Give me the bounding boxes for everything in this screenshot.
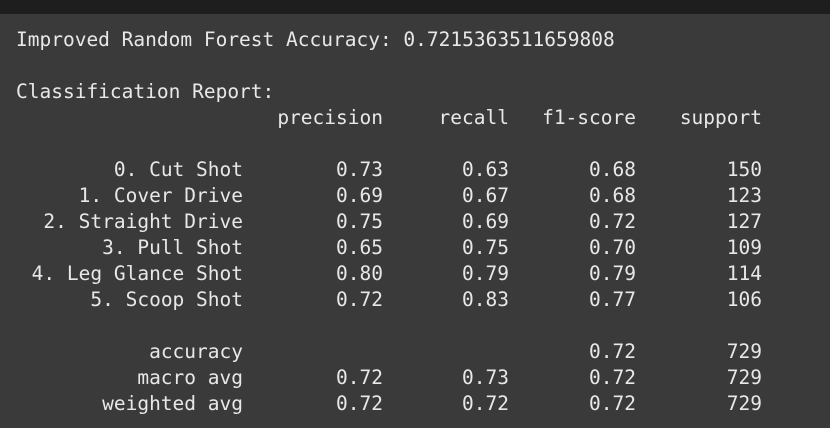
accuracy-line: Improved Random Forest Accuracy: 0.72153… <box>16 28 615 51</box>
report-row: accuracy 0.72 729 <box>16 339 816 365</box>
row-support: 729 <box>726 366 762 389</box>
report-row: 2. Straight Drive 0.75 0.69 0.72 127 <box>16 209 816 235</box>
row-support: 150 <box>726 158 762 181</box>
row-support: 729 <box>726 392 762 415</box>
window-top-bar <box>0 0 830 14</box>
cell-output: Improved Random Forest Accuracy: 0.72153… <box>16 27 816 415</box>
report-row: macro avg 0.72 0.73 0.72 729 <box>16 365 816 391</box>
report-title: Classification Report: <box>16 80 275 103</box>
report-row: weighted avg 0.72 0.72 0.72 729 <box>16 391 816 417</box>
report-row: 4. Leg Glance Shot 0.80 0.79 0.79 114 <box>16 261 816 287</box>
row-support: 127 <box>726 210 762 233</box>
report-row: 1. Cover Drive 0.69 0.67 0.68 123 <box>16 183 816 209</box>
row-support: 109 <box>726 236 762 259</box>
row-support: 114 <box>726 262 762 285</box>
row-support: 729 <box>726 340 762 363</box>
report-row: 3. Pull Shot 0.65 0.75 0.70 109 <box>16 235 816 261</box>
row-support: 106 <box>726 288 762 311</box>
report-row: 0. Cut Shot 0.73 0.63 0.68 150 <box>16 157 816 183</box>
row-support: 123 <box>726 184 762 207</box>
report-row: 5. Scoop Shot 0.72 0.83 0.77 106 <box>16 287 816 313</box>
header-support: support <box>679 106 762 129</box>
report-header-row: precision recall f1-score support <box>16 105 816 131</box>
